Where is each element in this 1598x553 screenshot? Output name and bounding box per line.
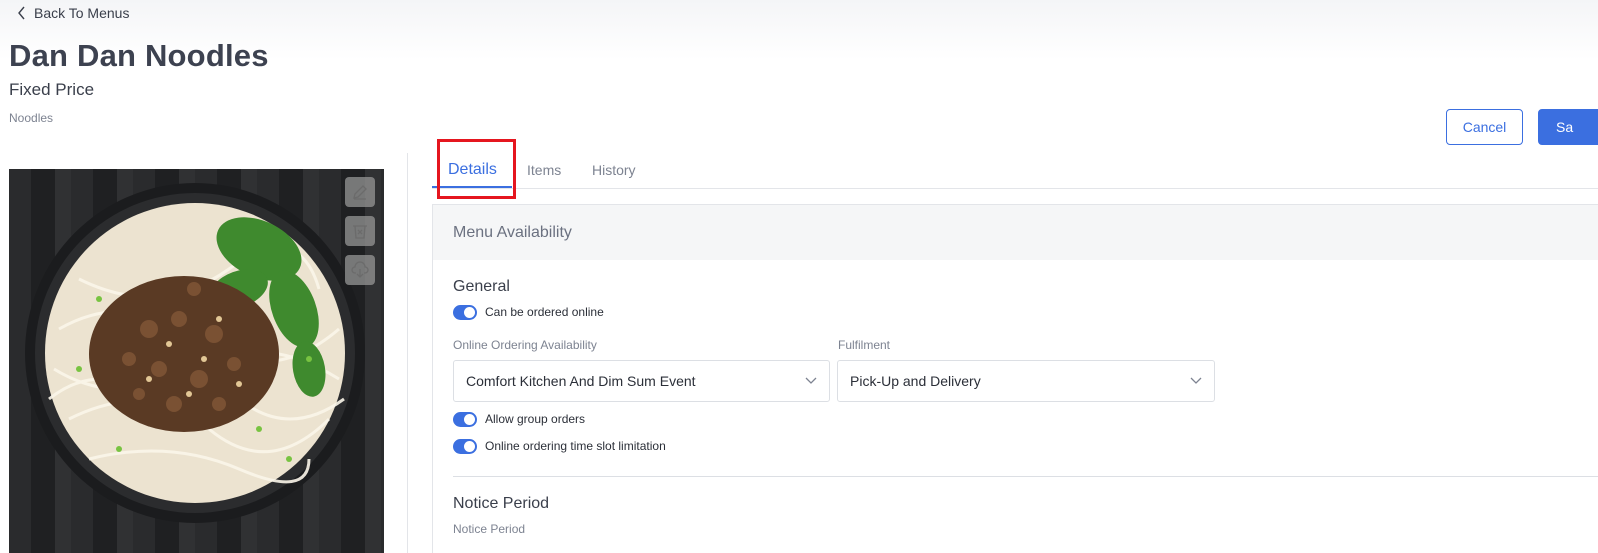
time-slot-limitation-row: Online ordering time slot limitation [453, 438, 666, 454]
menu-availability-card: Menu Availability General Can be ordered… [432, 204, 1598, 553]
chevron-down-icon [1190, 377, 1202, 384]
notice-period-label: Notice Period [453, 522, 526, 536]
price-type: Fixed Price [9, 80, 95, 99]
can-be-ordered-online-label: Can be ordered online [485, 305, 604, 319]
can-be-ordered-online-toggle[interactable] [453, 304, 477, 320]
chevron-down-icon [805, 377, 817, 384]
download-image-button[interactable] [345, 255, 375, 285]
general-section-title: General [453, 278, 510, 295]
category-label: Noodles [9, 111, 54, 125]
availability-value: Comfort Kitchen And Dim Sum Event [466, 373, 696, 389]
highlight-box [437, 139, 516, 199]
online-ordering-availability-select[interactable]: Comfort Kitchen And Dim Sum Event [453, 360, 830, 402]
notice-period-section-title: Notice Period [453, 495, 550, 512]
dish-image [9, 169, 384, 553]
online-ordering-availability-label: Online Ordering Availability [453, 338, 597, 352]
trash-icon [353, 225, 367, 239]
cancel-button[interactable]: Cancel [1446, 109, 1523, 145]
allow-group-orders-row: Allow group orders [453, 411, 585, 427]
vertical-divider [407, 153, 408, 553]
time-slot-limitation-toggle[interactable] [453, 438, 477, 454]
time-slot-limitation-label: Online ordering time slot limitation [485, 439, 666, 453]
page-title: Dan Dan Noodles [9, 38, 269, 73]
section-divider [453, 476, 1598, 477]
card-header: Menu Availability [433, 205, 1598, 260]
noodle-bowl-illustration [25, 183, 365, 523]
fulfilment-value: Pick-Up and Delivery [850, 373, 981, 389]
tab-items[interactable]: Items [527, 153, 561, 187]
fulfilment-label: Fulfilment [838, 338, 891, 352]
allow-group-orders-toggle[interactable] [453, 411, 477, 427]
pencil-icon [353, 185, 367, 200]
back-to-menus-link[interactable]: Back To Menus [16, 4, 129, 22]
fulfilment-select[interactable]: Pick-Up and Delivery [837, 360, 1215, 402]
back-label: Back To Menus [34, 5, 130, 21]
edit-image-button[interactable] [345, 177, 375, 207]
card-header-title: Menu Availability [453, 223, 572, 241]
save-button[interactable]: Sa [1538, 109, 1598, 145]
delete-image-button[interactable] [345, 216, 375, 246]
cloud-download-icon [351, 261, 369, 278]
chevron-left-icon [18, 6, 25, 20]
tab-bar: Details Items History [432, 153, 1598, 189]
can-be-ordered-online-row: Can be ordered online [453, 304, 604, 320]
tab-history[interactable]: History [592, 153, 636, 187]
allow-group-orders-label: Allow group orders [485, 412, 586, 426]
